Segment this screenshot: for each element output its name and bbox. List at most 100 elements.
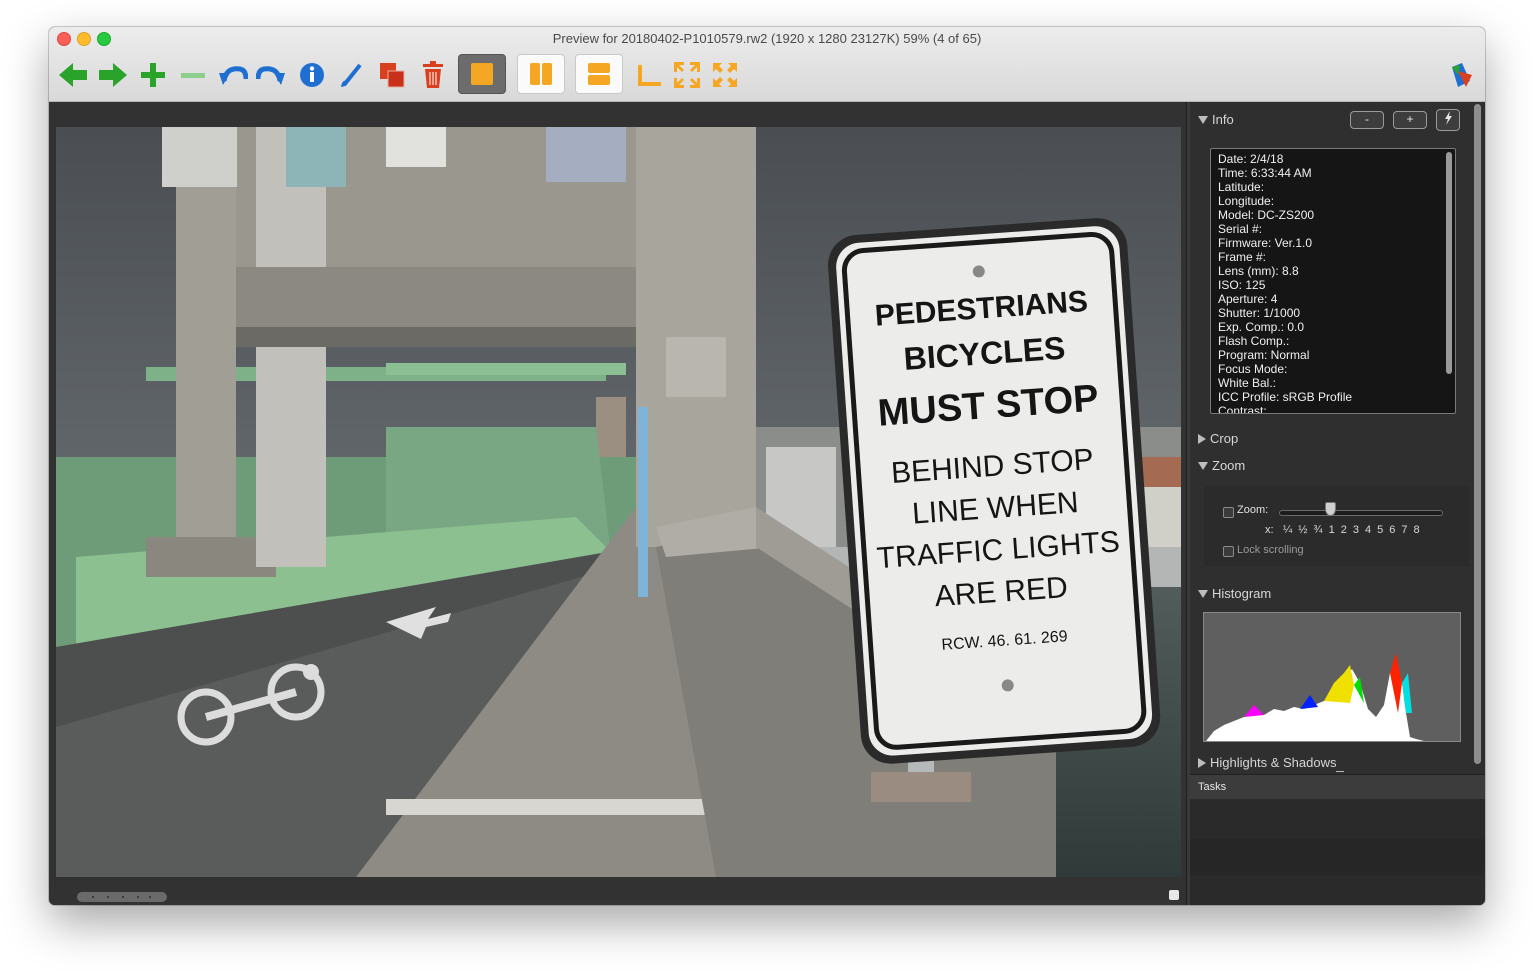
disclosure-down-icon: [1198, 461, 1208, 470]
crop-title: Crop: [1210, 431, 1239, 446]
zoom-controls: Zoom: x: ¼½¾12345678 Lock scrolling: [1204, 486, 1470, 566]
crop-section-header[interactable]: Crop: [1198, 431, 1238, 446]
shrink-icon: [674, 62, 700, 88]
copy-layers-icon: [380, 63, 405, 88]
zoom-tick-label[interactable]: 4: [1365, 524, 1371, 536]
panel-scrollbar[interactable]: [1474, 104, 1481, 764]
info-line: Program: Normal: [1218, 348, 1310, 362]
info-scrollbar[interactable]: [1446, 152, 1452, 374]
zoom-tick-label[interactable]: 3: [1353, 524, 1359, 536]
info-icon: [300, 63, 324, 87]
info-increase-button[interactable]: +: [1393, 111, 1427, 129]
tasks-list: [1190, 799, 1485, 905]
crop-corner-icon: [638, 65, 661, 86]
info-line: Exp. Comp.: 0.0: [1218, 320, 1305, 334]
zoom-slider-knob[interactable]: [1325, 502, 1336, 516]
window-title: Preview for 20180402-P1010579.rw2 (1920 …: [552, 31, 982, 46]
info-line: Aperture: 4: [1218, 292, 1278, 306]
undo-button[interactable]: [215, 57, 251, 93]
tasks-title: Tasks: [1198, 781, 1227, 793]
content-area: PEDESTRIANS BICYCLES MUST STOP BEHIND ST…: [49, 102, 1485, 905]
info-line: Contrast:: [1218, 404, 1267, 414]
redo-button[interactable]: [253, 57, 289, 93]
crop-button[interactable]: [631, 57, 667, 93]
disclosure-down-icon: [1198, 115, 1208, 124]
app-logo-icon: [1452, 63, 1472, 87]
info-line: Latitude:: [1218, 180, 1265, 194]
copy-button[interactable]: [374, 57, 410, 93]
info-line: Serial #:: [1218, 222, 1263, 236]
tasks-header[interactable]: Tasks: [1190, 774, 1485, 799]
zoom-tick-label[interactable]: 5: [1377, 524, 1383, 536]
redo-icon: [256, 66, 285, 85]
info-line: Focus Mode:: [1218, 362, 1288, 376]
delete-button[interactable]: [415, 57, 451, 93]
zoom-tick-label[interactable]: 2: [1341, 524, 1347, 536]
info-decrease-button[interactable]: -: [1350, 111, 1384, 129]
app-logo: [1443, 57, 1479, 93]
plus-icon: [141, 63, 165, 87]
edit-button[interactable]: [334, 57, 370, 93]
zoom-tick-label[interactable]: 8: [1413, 524, 1419, 536]
disclosure-down-icon: [1198, 589, 1208, 598]
info-line: Date: 2/4/18: [1218, 152, 1284, 166]
info-button[interactable]: [294, 57, 330, 93]
zoom-x-label: x:: [1265, 524, 1274, 536]
zoom-tick-label[interactable]: 7: [1401, 524, 1407, 536]
brush-icon: [341, 63, 362, 87]
zoom-ticks: ¼½¾12345678: [1283, 524, 1420, 536]
zoom-tick-label[interactable]: ¾: [1313, 524, 1322, 536]
info-line: ISO: 125: [1218, 278, 1266, 292]
histogram-title: Histogram: [1212, 586, 1272, 601]
split-vertical-button[interactable]: [517, 54, 565, 94]
next-button[interactable]: [95, 57, 131, 93]
minus-icon: [181, 73, 205, 78]
disclosure-right-icon: [1198, 757, 1206, 768]
add-button[interactable]: [135, 57, 171, 93]
info-line: Model: DC-ZS200: [1218, 208, 1315, 222]
zoom-section-header[interactable]: Zoom: [1198, 458, 1245, 473]
tasks-row: [1190, 839, 1485, 875]
arrow-left-icon: [59, 63, 87, 87]
info-line: White Bal.:: [1218, 376, 1277, 390]
info-line: Time: 6:33:44 AM: [1218, 166, 1312, 180]
single-view-button[interactable]: [458, 54, 506, 94]
info-metadata-box[interactable]: Date: 2/4/18 Time: 6:33:44 AM Latitude: Lon…: [1210, 148, 1456, 414]
trash-icon: [423, 61, 443, 88]
zoom-tick-label[interactable]: 6: [1389, 524, 1395, 536]
histogram-section-header[interactable]: Histogram: [1198, 586, 1271, 601]
zoom-slider[interactable]: [1279, 510, 1443, 516]
expand-button[interactable]: [707, 57, 743, 93]
info-section-header[interactable]: Info: [1198, 112, 1234, 127]
resize-corner[interactable]: [1169, 890, 1179, 900]
info-list: Date: 2/4/18 Time: 6:33:44 AM Latitude: Lon…: [1211, 149, 1455, 414]
info-line: Lens (mm): 8.8: [1218, 264, 1299, 278]
undo-icon: [219, 66, 248, 85]
side-panel: Info - + Date: 2/4/18 Time: 6:33:44 AM Lat…: [1190, 102, 1485, 905]
info-line: Flash Comp.:: [1218, 334, 1290, 348]
highlights-section-header[interactable]: Highlights & Shadows: [1198, 755, 1336, 770]
lightning-icon: [1445, 111, 1452, 125]
info-title: Info: [1212, 112, 1234, 127]
disclosure-right-icon: [1198, 433, 1206, 444]
preview-window: Preview for 20180402-P1010579.rw2 (1920 …: [49, 27, 1485, 905]
horizontal-scrollbar[interactable]: [77, 892, 167, 902]
shrink-button[interactable]: [669, 57, 705, 93]
info-line: Shutter: 1/1000: [1218, 306, 1301, 320]
zoom-tick-label[interactable]: ½: [1298, 524, 1307, 536]
histogram-plot: [1206, 653, 1424, 741]
photo-preview: PEDESTRIANS BICYCLES MUST STOP BEHIND ST…: [56, 127, 1181, 877]
lock-scrolling-checkbox[interactable]: [1223, 546, 1234, 557]
zoom-tick-label[interactable]: ¼: [1283, 524, 1292, 536]
info-line: Firmware: Ver.1.0: [1218, 236, 1313, 250]
split-horizontal-button[interactable]: [575, 54, 623, 94]
split-vertical-icon: [530, 63, 552, 85]
info-action-button[interactable]: [1436, 109, 1460, 131]
zoom-checkbox[interactable]: [1223, 507, 1234, 518]
zoom-tick-label[interactable]: 1: [1329, 524, 1335, 536]
previous-button[interactable]: [55, 57, 91, 93]
image-viewer[interactable]: PEDESTRIANS BICYCLES MUST STOP BEHIND ST…: [49, 102, 1186, 905]
remove-button[interactable]: [175, 57, 211, 93]
highlights-title: Highlights & Shadows: [1210, 755, 1337, 770]
info-line: Longitude:: [1218, 194, 1275, 208]
